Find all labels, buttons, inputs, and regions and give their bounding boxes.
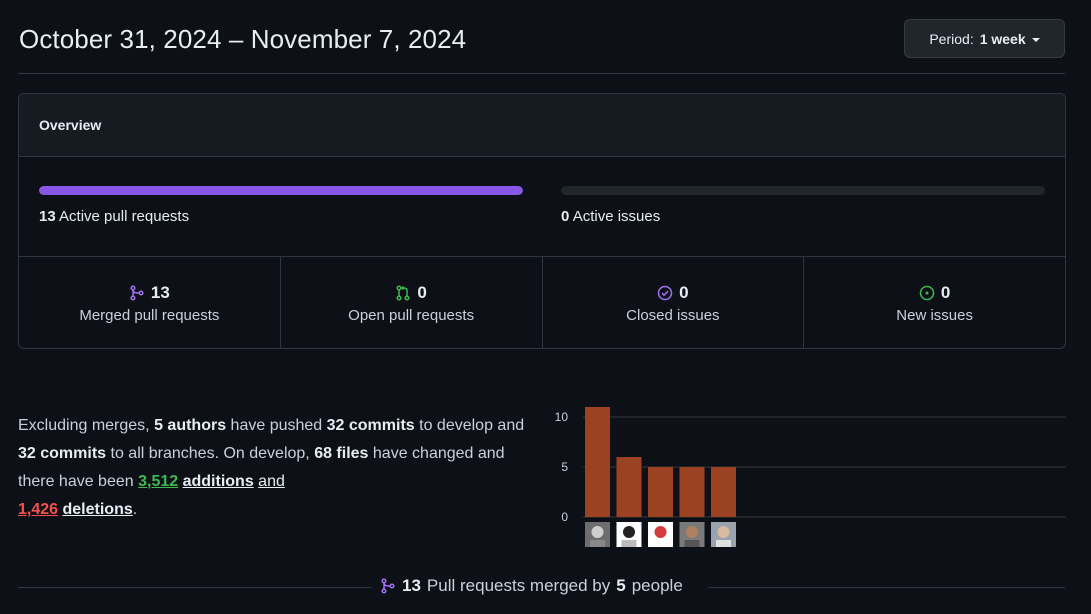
avatar-face	[717, 526, 730, 538]
active-issues-bar	[561, 186, 1045, 195]
additions-link[interactable]: 3,512 additions and	[138, 473, 285, 490]
chart-bar[interactable]	[711, 467, 736, 517]
stat-count: 13	[150, 282, 170, 302]
footer-text: people	[631, 576, 683, 595]
merged-prs-divider: 13 Pull requests merged by 5 people	[18, 572, 1065, 600]
summary-text: .	[132, 501, 138, 518]
authors-count: 5 authors	[154, 417, 227, 434]
active-prs-bar-fill	[39, 186, 523, 195]
caret-down-icon	[1031, 37, 1040, 42]
stat-count: 0	[940, 282, 951, 302]
avatar-body	[590, 540, 605, 547]
stat-label: New issues	[896, 306, 973, 324]
avatar-face	[591, 526, 604, 538]
commit-summary: Excluding merges, 5 authors have pushed …	[18, 412, 538, 524]
active-issues-count: 0	[561, 208, 570, 225]
y-tick-label: 0	[561, 510, 568, 524]
stat-merged-prs[interactable]: 13 Merged pull requests	[19, 257, 281, 348]
author-avatar[interactable]	[711, 522, 736, 547]
commits-by-author-chart: 0 5 10	[550, 395, 1066, 555]
header: October 31, 2024 – November 7, 2024 Peri…	[18, 0, 1065, 74]
chart-bar[interactable]	[648, 467, 673, 517]
stat-label: Open pull requests	[348, 306, 475, 324]
divider-line-left	[18, 587, 372, 588]
active-prs-bar	[39, 186, 523, 195]
summary-text: have pushed	[230, 417, 323, 434]
deletions-link[interactable]: 1,426 deletions	[18, 501, 133, 518]
active-prs-text: Active pull requests	[59, 208, 190, 225]
avatar-face	[623, 526, 635, 538]
git-merge-icon	[129, 284, 145, 301]
avatar-face	[686, 526, 698, 538]
y-tick-label: 10	[555, 410, 569, 424]
merged-prs-summary: 13 Pull requests merged by 5 people	[380, 576, 683, 596]
additions-word: additions	[182, 473, 254, 490]
avatar-face	[654, 526, 667, 538]
period-prefix: Period:	[929, 30, 974, 47]
stat-closed-issues[interactable]: 0 Closed issues	[543, 257, 805, 348]
chart-bar[interactable]	[585, 407, 610, 517]
avatar-body	[716, 540, 731, 547]
author-avatar[interactable]	[648, 522, 673, 547]
issue-opened-icon	[919, 285, 935, 301]
stat-label: Merged pull requests	[79, 306, 220, 324]
stat-open-prs[interactable]: 0 Open pull requests	[281, 257, 543, 348]
chart-svg: 0 5 10	[555, 407, 1066, 547]
overview-panel: Overview 13 Active pull requests 0 Activ…	[18, 93, 1066, 349]
all-commits-count: 32 commits	[18, 445, 107, 462]
avatar-body	[621, 540, 637, 547]
overview-title: Overview	[19, 94, 1065, 157]
summary-text: Excluding merges,	[18, 417, 150, 434]
author-avatar[interactable]	[616, 522, 642, 547]
issue-closed-icon	[657, 285, 673, 301]
divider-line-right	[708, 587, 1065, 588]
git-merge-icon	[380, 578, 396, 594]
stat-label: Closed issues	[626, 306, 720, 324]
active-prs-label[interactable]: 13 Active pull requests	[39, 208, 189, 225]
author-avatar[interactable]	[585, 522, 610, 547]
people-count: 5	[616, 576, 626, 595]
date-range-title: October 31, 2024 – November 7, 2024	[19, 24, 467, 54]
overview-progress: 13 Active pull requests 0 Active issues	[19, 157, 1065, 257]
deletions-word: deletions	[62, 501, 133, 518]
merged-count: 13	[402, 576, 421, 595]
period-value: 1 week	[979, 30, 1026, 47]
avatar-body	[684, 540, 700, 547]
active-prs-count: 13	[39, 208, 56, 225]
stat-new-issues[interactable]: 0 New issues	[804, 257, 1065, 348]
deletions-count: 1,426	[18, 501, 59, 518]
y-tick-label: 5	[561, 460, 568, 474]
footer-text: Pull requests merged by	[426, 576, 611, 595]
overview-stats: 13 Merged pull requests 0 Open pull requ…	[19, 257, 1065, 348]
active-issues-label[interactable]: 0 Active issues	[561, 208, 660, 225]
stat-count: 0	[417, 282, 427, 302]
active-issues-text: Active issues	[572, 208, 661, 225]
period-dropdown-button[interactable]: Period: 1 week	[904, 19, 1065, 58]
chart-bar[interactable]	[616, 457, 642, 517]
develop-commits-count: 32 commits	[326, 417, 415, 434]
chart-bar[interactable]	[679, 467, 705, 517]
stat-count: 0	[679, 282, 689, 302]
files-changed-count: 68 files	[314, 445, 369, 462]
summary-text: and	[258, 473, 285, 490]
author-avatar[interactable]	[679, 522, 705, 547]
additions-count: 3,512	[138, 473, 179, 490]
avatar-body	[653, 540, 668, 547]
git-pull-request-icon	[395, 284, 411, 301]
summary-text: to develop and	[419, 417, 525, 434]
summary-text: to all branches. On develop,	[110, 445, 310, 462]
